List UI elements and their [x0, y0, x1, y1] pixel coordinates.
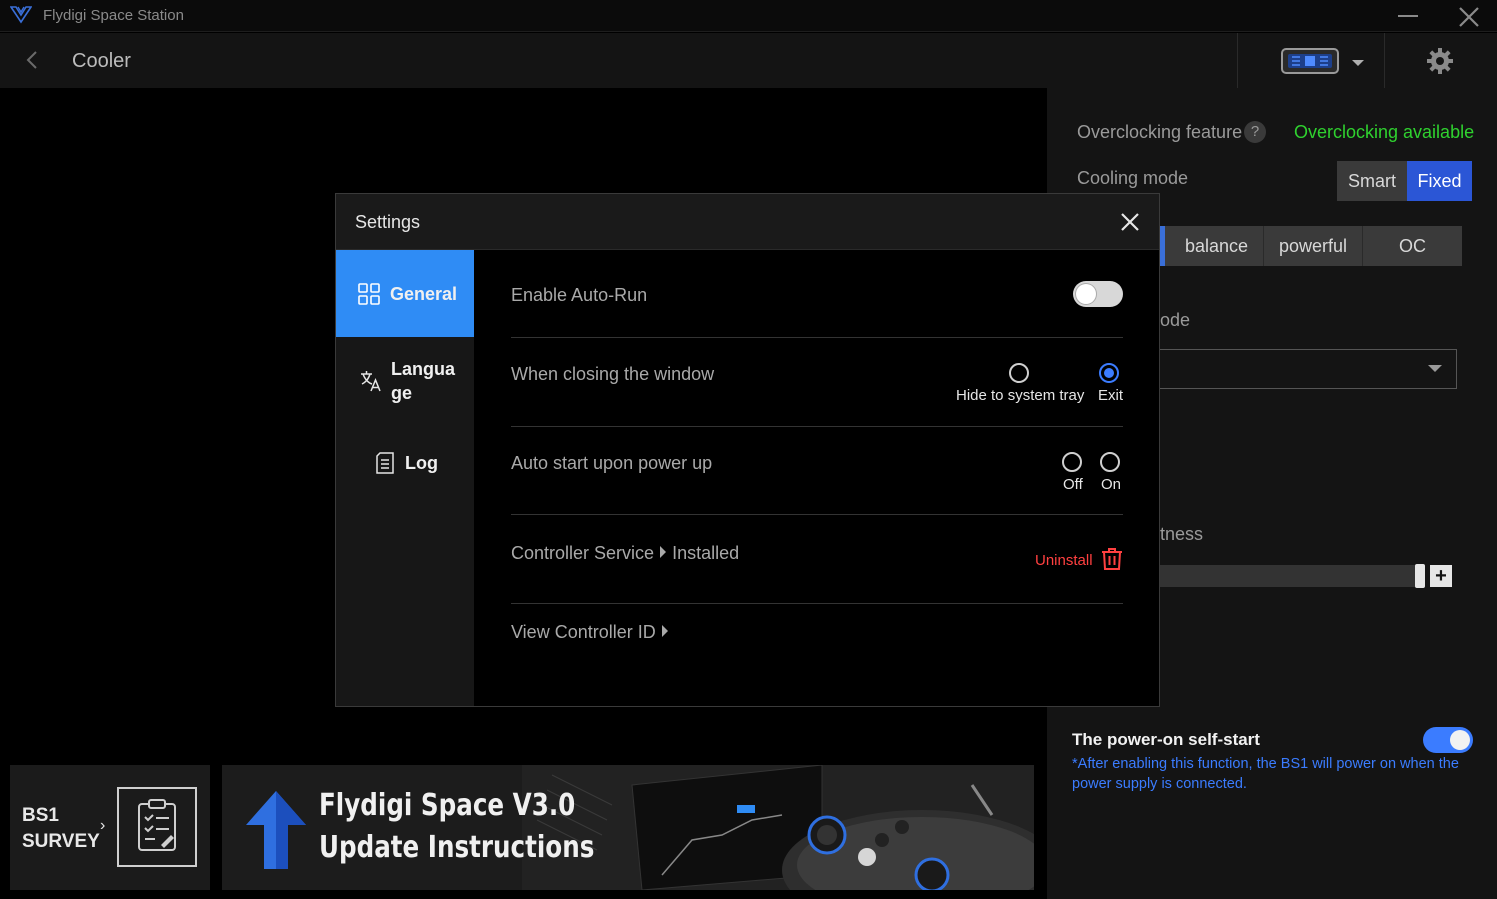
- radio-power-up-off[interactable]: [1062, 452, 1082, 472]
- chevron-down-icon: [1352, 60, 1364, 66]
- sidebar-item-label-line-2: ge: [391, 383, 413, 403]
- sidebar-item-log[interactable]: Log: [336, 427, 474, 507]
- mode-dropdown[interactable]: [1157, 349, 1457, 389]
- survey-line-1: BS1: [22, 805, 59, 826]
- gear-icon[interactable]: [1425, 46, 1455, 76]
- window-close-icon[interactable]: [1456, 4, 1482, 30]
- brightness-label-partial: tness: [1160, 524, 1204, 544]
- update-banner-line-1: Flydigi Space V3.0: [319, 788, 576, 823]
- divider: [511, 337, 1123, 338]
- cooling-mode-label: Cooling mode: [1077, 168, 1189, 188]
- divider: [511, 514, 1123, 515]
- device-selector[interactable]: [1237, 33, 1385, 88]
- closing-window-label: When closing the window: [511, 364, 715, 384]
- trash-icon[interactable]: [1101, 547, 1123, 571]
- cooling-mode-fixed-button[interactable]: Fixed: [1407, 161, 1472, 201]
- page-title: Cooler: [72, 50, 131, 72]
- sidebar-item-general[interactable]: General: [336, 250, 474, 337]
- settings-dialog: Settings General Langua ge Log Enable Au…: [335, 193, 1160, 707]
- radio-power-up-on[interactable]: [1100, 452, 1120, 472]
- header-bar: Cooler: [0, 33, 1497, 88]
- update-arrow-icon: [246, 791, 306, 869]
- chevron-right-icon: ›: [100, 817, 106, 834]
- auto-run-toggle[interactable]: [1073, 281, 1123, 307]
- settings-dialog-header: Settings: [336, 194, 1159, 250]
- fan-mode-group: balance powerful OC: [1157, 226, 1462, 266]
- radio-power-up-on-label: On: [1101, 476, 1122, 493]
- survey-banner[interactable]: BS1 SURVEY ›: [10, 765, 210, 890]
- selfstart-description: *After enabling this function, the BS1 w…: [1072, 756, 1459, 792]
- divider: [511, 426, 1123, 427]
- overclocking-label: Overclocking feature: [1077, 122, 1243, 142]
- app-title: Flydigi Space Station: [43, 7, 184, 24]
- radio-power-up-off-label: Off: [1063, 476, 1083, 493]
- radio-hide-to-tray[interactable]: [1009, 363, 1029, 383]
- close-icon[interactable]: [1118, 210, 1142, 234]
- app-preview-graphic: [522, 765, 1034, 890]
- sidebar-item-language[interactable]: Langua ge: [336, 337, 474, 427]
- power-up-label: Auto start upon power up: [511, 453, 713, 473]
- sidebar-item-label: General: [390, 284, 458, 304]
- title-bar: Flydigi Space Station: [0, 0, 1497, 32]
- view-controller-id-link[interactable]: View Controller ID: [511, 622, 674, 643]
- chevron-down-icon: [1428, 365, 1442, 372]
- selfstart-toggle[interactable]: [1423, 727, 1473, 753]
- controller-service-status: Installed: [672, 543, 740, 563]
- view-controller-id-label: View Controller ID: [511, 622, 656, 642]
- translate-icon: [361, 371, 381, 392]
- flydigi-logo-icon: [10, 6, 32, 24]
- help-icon[interactable]: ?: [1244, 121, 1266, 143]
- divider: [511, 603, 1123, 604]
- brightness-slider-thumb[interactable]: [1415, 564, 1425, 588]
- minimize-button[interactable]: [1396, 2, 1422, 28]
- radio-exit-label: Exit: [1098, 387, 1124, 404]
- cooling-mode-smart-button[interactable]: Smart: [1337, 161, 1407, 201]
- controller-service-row: Controller Service Installed: [511, 543, 739, 564]
- overclocking-status: Overclocking available: [1294, 122, 1475, 142]
- brightness-slider-track[interactable]: [1157, 565, 1419, 587]
- fan-mode-oc-button[interactable]: OC: [1363, 226, 1462, 266]
- caret-right-icon: [660, 546, 667, 558]
- brightness-increase-button[interactable]: +: [1430, 565, 1452, 587]
- settings-sidebar: General Langua ge Log: [336, 250, 474, 706]
- survey-document-icon: [117, 787, 197, 867]
- sidebar-item-label: Log: [405, 453, 438, 473]
- survey-line-2: SURVEY: [22, 831, 100, 852]
- back-arrow-icon[interactable]: [22, 49, 42, 71]
- fan-mode-powerful-button[interactable]: powerful: [1264, 226, 1363, 266]
- mode-label-partial: ode: [1160, 310, 1191, 330]
- update-instructions-banner[interactable]: Flydigi Space V3.0 Update Instructions: [222, 765, 1034, 890]
- radio-exit[interactable]: [1099, 363, 1119, 383]
- settings-dialog-title: Settings: [355, 212, 421, 232]
- caret-right-icon: [661, 625, 668, 637]
- update-banner-line-2: Update Instructions: [319, 830, 595, 865]
- selfstart-title: The power-on self-start: [1072, 730, 1260, 749]
- grid-icon: [358, 283, 380, 305]
- log-document-icon: [376, 452, 394, 474]
- sidebar-item-label-line-1: Langua: [391, 359, 456, 379]
- uninstall-button[interactable]: Uninstall: [1035, 552, 1093, 569]
- radio-hide-to-tray-label: Hide to system tray: [956, 387, 1085, 404]
- controller-service-label: Controller Service: [511, 543, 655, 563]
- controller-device-icon: [1281, 48, 1339, 74]
- settings-general-content: Enable Auto-Run When closing the window …: [474, 250, 1159, 706]
- fan-mode-balance-button[interactable]: balance: [1170, 226, 1264, 266]
- auto-run-label: Enable Auto-Run: [511, 285, 648, 305]
